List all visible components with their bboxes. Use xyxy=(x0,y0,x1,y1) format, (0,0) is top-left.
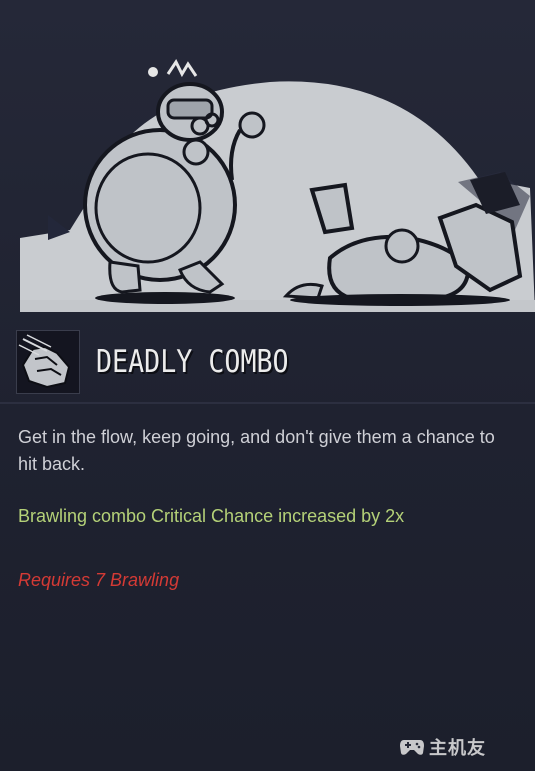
skill-effect: Brawling combo Critical Chance increased… xyxy=(18,506,405,526)
header-divider xyxy=(0,402,535,404)
skill-illustration xyxy=(0,0,535,320)
skill-card: DEADLY COMBO Get in the flow, keep going… xyxy=(0,0,535,771)
watermark-text: 主机友 xyxy=(429,738,486,759)
skill-description: Get in the flow, keep going, and don't g… xyxy=(18,427,495,474)
skill-title: DEADLY COMBO xyxy=(96,344,289,380)
gamepad-icon xyxy=(400,740,424,755)
skill-icon xyxy=(16,330,80,394)
site-watermark: 主机友 xyxy=(399,733,486,761)
skill-requirement: Requires 7 Brawling xyxy=(18,570,180,590)
fist-combo-icon xyxy=(17,331,79,393)
brawler-illustration xyxy=(20,59,535,312)
